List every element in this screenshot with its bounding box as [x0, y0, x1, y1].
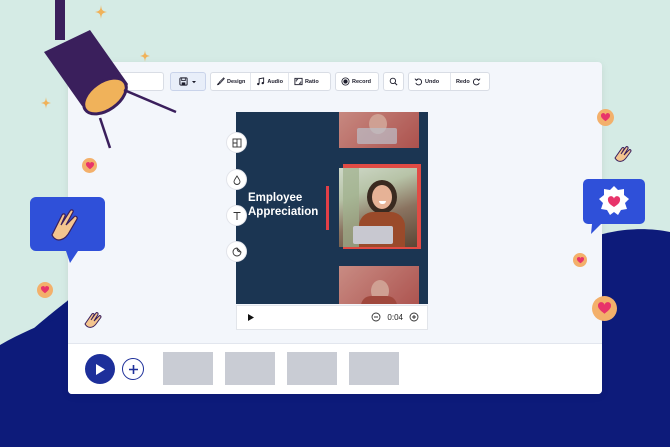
- clap-icon: [84, 312, 102, 328]
- record-label: Record: [352, 78, 371, 85]
- heart-icon: [597, 109, 614, 126]
- add-clip-button[interactable]: [122, 358, 144, 380]
- ratio-icon: [294, 77, 303, 86]
- clap-speech-bubble: [30, 197, 105, 263]
- play-button[interactable]: [85, 354, 115, 384]
- undo-button[interactable]: Undo: [409, 73, 450, 90]
- audio-button[interactable]: Audio: [250, 73, 288, 90]
- clip-thumbnail-2[interactable]: [225, 352, 275, 385]
- sticker-icon: [232, 247, 241, 256]
- ratio-label: Ratio: [304, 78, 319, 85]
- droplet-icon: [233, 174, 240, 185]
- record-icon: [341, 77, 350, 86]
- ratio-button[interactable]: Ratio: [287, 73, 324, 90]
- photo-tile-bottom: [339, 266, 419, 304]
- spotlight-illustration: [44, 0, 177, 149]
- layout-tool[interactable]: [226, 132, 247, 153]
- plus-circle-icon[interactable]: [409, 312, 419, 322]
- redo-button[interactable]: Redo: [449, 73, 489, 90]
- chevron-down-icon: [192, 80, 196, 83]
- heart-icon: [37, 282, 53, 298]
- sparkle-icon: [41, 97, 51, 109]
- layout-icon: [232, 138, 241, 147]
- time-display: 0:04: [387, 312, 403, 322]
- play-icon[interactable]: [247, 313, 255, 322]
- sparkle-icon: [140, 50, 150, 62]
- video-preview[interactable]: Employee Appreciation: [236, 112, 428, 304]
- employee-photo: [339, 168, 417, 247]
- time-controls: 0:04: [371, 312, 419, 322]
- photo-tile-top: [339, 112, 419, 148]
- heart-icon: [592, 296, 617, 321]
- sticker-tool[interactable]: [226, 241, 247, 262]
- search-icon: [389, 77, 398, 86]
- undo-label: Undo: [425, 78, 440, 85]
- redo-label: Redo: [455, 78, 470, 85]
- clip-thumbnail-4[interactable]: [349, 352, 399, 385]
- record-button[interactable]: Record: [335, 72, 379, 91]
- redo-icon: [472, 78, 481, 86]
- music-note-icon: [257, 77, 265, 86]
- minus-circle-icon[interactable]: [371, 312, 381, 322]
- color-tool[interactable]: [226, 169, 247, 190]
- text-tool[interactable]: [226, 205, 247, 226]
- heart-icon: [82, 158, 97, 173]
- badge-speech-bubble: [583, 179, 645, 234]
- design-button[interactable]: Design: [211, 73, 250, 90]
- plus-icon: [128, 364, 138, 374]
- design-label: Design: [227, 78, 246, 85]
- audio-label: Audio: [267, 78, 283, 85]
- player-controls: 0:04: [236, 305, 428, 330]
- search-button[interactable]: [383, 72, 404, 91]
- sparkle-icon: [95, 5, 107, 19]
- save-icon: [179, 77, 188, 86]
- heart-icon: [573, 253, 587, 267]
- edit-toolbar: Design Audio Ratio: [210, 72, 331, 91]
- clip-thumbnail-1[interactable]: [163, 352, 213, 385]
- preview-title: Employee Appreciation: [248, 192, 319, 218]
- clip-thumbnail-3[interactable]: [287, 352, 337, 385]
- play-icon: [96, 363, 105, 375]
- clap-icon: [614, 146, 632, 162]
- undo-icon: [414, 78, 423, 86]
- history-toolbar: Undo Redo: [408, 72, 490, 91]
- brush-icon: [216, 77, 225, 86]
- text-icon: [233, 211, 240, 220]
